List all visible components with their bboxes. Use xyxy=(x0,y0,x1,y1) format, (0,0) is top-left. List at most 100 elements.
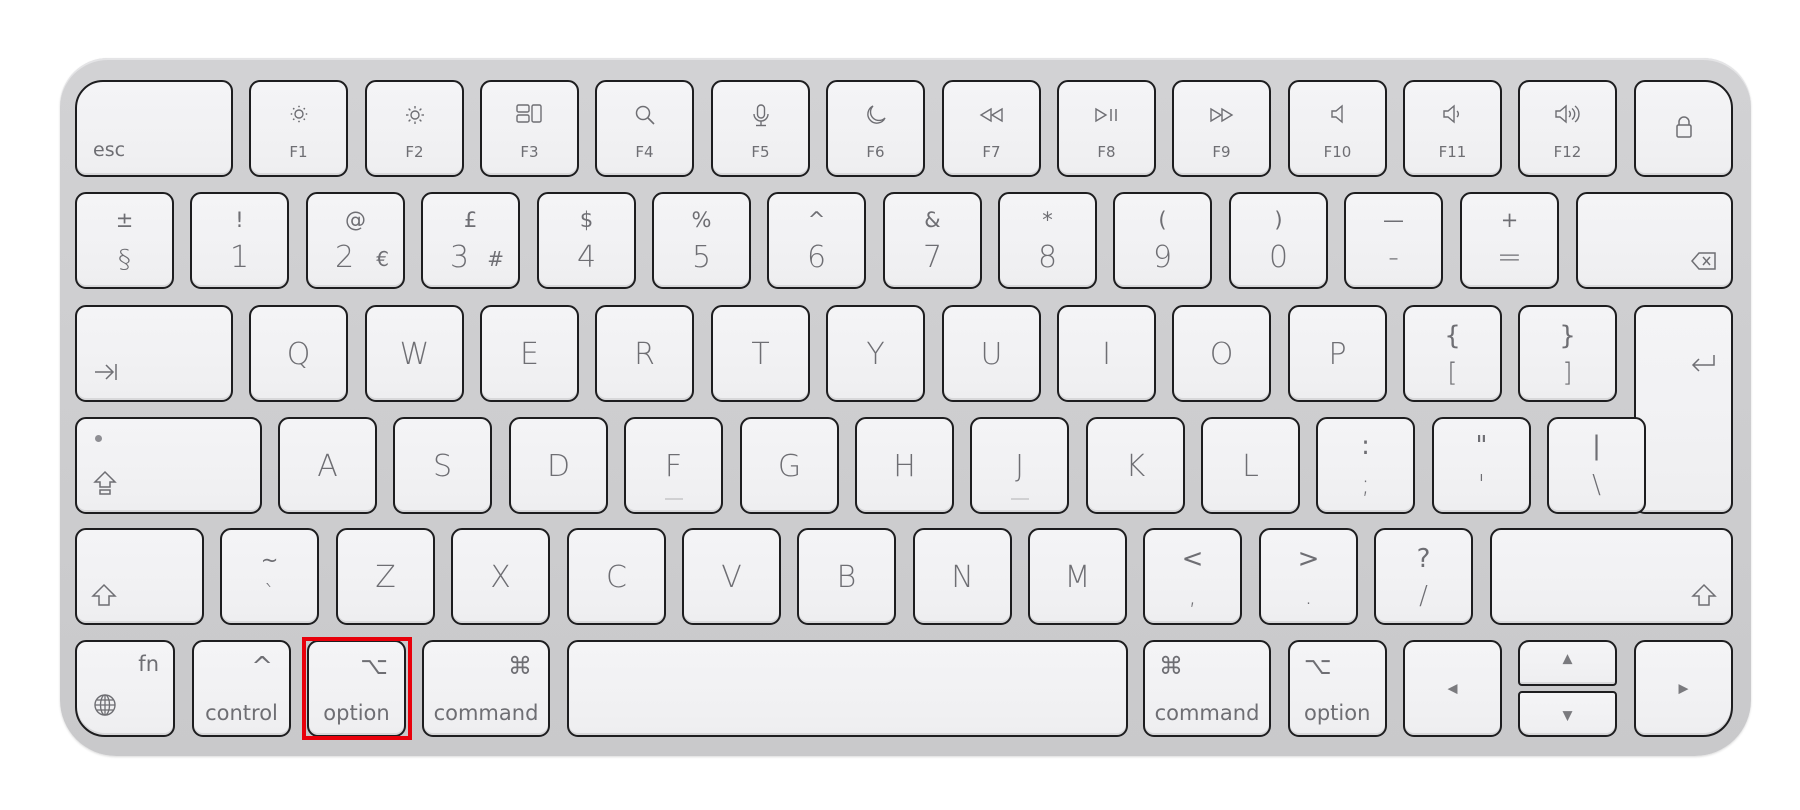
key-f10[interactable]: F10 xyxy=(1288,80,1387,177)
key-letter: S xyxy=(432,449,453,484)
key-f7-label: F7 xyxy=(982,143,1001,161)
key-bottom-symbol-1[interactable]: >. xyxy=(1259,528,1358,625)
tab-icon xyxy=(93,362,119,386)
key-f4[interactable]: F4 xyxy=(595,80,694,177)
key-bracket-0[interactable]: {[ xyxy=(1403,305,1502,402)
key-number-12[interactable]: + = xyxy=(1460,192,1559,289)
key-lock[interactable] xyxy=(1634,80,1733,177)
key-letter: V xyxy=(721,560,742,595)
key-f[interactable]: F xyxy=(624,417,723,514)
brightness-up-icon xyxy=(367,104,462,131)
key-q[interactable]: Q xyxy=(249,305,348,402)
key-f5[interactable]: F5 xyxy=(711,80,810,177)
key-command-left[interactable]: ⌘ command xyxy=(422,640,550,737)
key-esc[interactable]: esc xyxy=(75,80,233,177)
key-f1[interactable]: F1 xyxy=(249,80,348,177)
key-b[interactable]: B xyxy=(797,528,896,625)
key-letter: R xyxy=(634,337,655,372)
key-caps-lock[interactable] xyxy=(75,417,262,514)
key-number-10[interactable]: ) 0 xyxy=(1229,192,1328,289)
key-w[interactable]: W xyxy=(365,305,464,402)
key-j[interactable]: J xyxy=(970,417,1069,514)
key-bracket-1[interactable]: }] xyxy=(1518,305,1617,402)
key-backspace[interactable] xyxy=(1576,192,1733,289)
key-top-symbol: % xyxy=(691,208,712,232)
key-bottom-symbol-2[interactable]: ? / xyxy=(1374,528,1473,625)
key-letter: K xyxy=(1125,449,1146,484)
key-top-symbol: @ xyxy=(345,208,366,232)
key-bottom-symbol: ] xyxy=(1562,358,1573,388)
key-number-4[interactable]: $4 xyxy=(537,192,636,289)
key-control[interactable]: ^ control xyxy=(192,640,291,737)
key-x[interactable]: X xyxy=(451,528,550,625)
key-letter: E xyxy=(520,337,539,372)
key-grave[interactable]: ~ ` xyxy=(220,528,319,625)
key-arrow-right[interactable]: ▶ xyxy=(1634,640,1733,737)
key-p[interactable]: P xyxy=(1288,305,1387,402)
key-option-right-label: option xyxy=(1304,701,1371,725)
key-option-right[interactable]: ⌥ option xyxy=(1288,640,1387,737)
key-s[interactable]: S xyxy=(393,417,492,514)
key-a[interactable]: A xyxy=(278,417,377,514)
key-o[interactable]: O xyxy=(1172,305,1271,402)
key-tab[interactable] xyxy=(75,305,233,402)
key-space[interactable] xyxy=(567,640,1128,737)
key-m[interactable]: M xyxy=(1028,528,1127,625)
key-number-2[interactable]: @2 € xyxy=(306,192,405,289)
key-e[interactable]: E xyxy=(480,305,579,402)
key-number-11[interactable]: — - xyxy=(1344,192,1443,289)
key-f6[interactable]: F6 xyxy=(826,80,925,177)
key-arrow-down[interactable]: ▼ xyxy=(1518,691,1617,737)
key-z[interactable]: Z xyxy=(336,528,435,625)
key-f8[interactable]: F8 xyxy=(1057,80,1156,177)
home-row-bump xyxy=(1010,498,1029,500)
key-number-3[interactable]: £3 # xyxy=(421,192,520,289)
key-i[interactable]: I xyxy=(1057,305,1156,402)
return-key-notch xyxy=(1634,305,1666,411)
key-t[interactable]: T xyxy=(711,305,810,402)
key-number-9[interactable]: (9 xyxy=(1113,192,1212,289)
key-arrow-left[interactable]: ◀ xyxy=(1403,640,1502,737)
key-number-8[interactable]: * 8 xyxy=(998,192,1097,289)
key-fn[interactable]: fn xyxy=(75,640,175,737)
key-h[interactable]: H xyxy=(855,417,954,514)
key-k[interactable]: K xyxy=(1086,417,1185,514)
key-f3[interactable]: F3 xyxy=(480,80,579,177)
key-home-symbol-1[interactable]: " ' xyxy=(1432,417,1531,514)
key-home-symbol-2[interactable]: | \ xyxy=(1547,417,1646,514)
key-number-6[interactable]: ^ 6 xyxy=(767,192,866,289)
key-d[interactable]: D xyxy=(509,417,608,514)
key-f2[interactable]: F2 xyxy=(365,80,464,177)
key-number-0[interactable]: ± § xyxy=(75,192,174,289)
key-f11[interactable]: F11 xyxy=(1403,80,1502,177)
key-g[interactable]: G xyxy=(740,417,839,514)
key-y[interactable]: Y xyxy=(826,305,925,402)
key-bottom-symbol: ' xyxy=(1477,470,1486,500)
key-v[interactable]: V xyxy=(682,528,781,625)
key-f12[interactable]: F12 xyxy=(1518,80,1617,177)
key-letter: M xyxy=(1064,560,1091,595)
key-shift-right[interactable] xyxy=(1490,528,1733,625)
key-letter: Q xyxy=(286,337,311,372)
key-letter: X xyxy=(490,560,511,595)
key-u[interactable]: U xyxy=(942,305,1041,402)
key-bottom-symbol: 6 xyxy=(806,240,827,275)
key-number-5[interactable]: % 5 xyxy=(652,192,751,289)
key-l[interactable]: L xyxy=(1201,417,1300,514)
fast-forward-icon xyxy=(1174,104,1269,128)
key-n[interactable]: N xyxy=(913,528,1012,625)
key-f9[interactable]: F9 xyxy=(1172,80,1271,177)
key-letter: W xyxy=(399,337,430,372)
key-r[interactable]: R xyxy=(595,305,694,402)
key-number-1[interactable]: ! 1 xyxy=(190,192,289,289)
key-c[interactable]: C xyxy=(567,528,666,625)
key-number-7[interactable]: & 7 xyxy=(883,192,982,289)
key-arrow-up[interactable]: ▲ xyxy=(1518,640,1617,686)
key-shift-left[interactable] xyxy=(75,528,204,625)
key-bottom-symbol-0[interactable]: <, xyxy=(1143,528,1242,625)
key-home-symbol-0[interactable]: :; xyxy=(1316,417,1415,514)
key-command-right[interactable]: ⌘ command xyxy=(1143,640,1271,737)
key-top-symbol: $ xyxy=(579,208,594,232)
key-f7[interactable]: F7 xyxy=(942,80,1041,177)
key-letter: F xyxy=(664,449,683,484)
